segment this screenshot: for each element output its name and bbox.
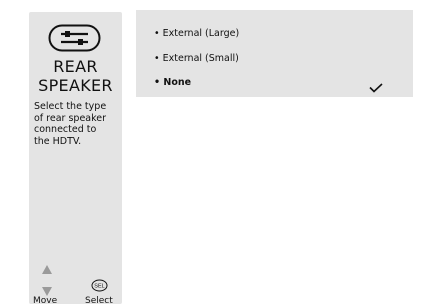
up-arrow-icon bbox=[42, 265, 52, 274]
setting-description: Select the type of rear speaker connecte… bbox=[34, 101, 107, 147]
sel-button-icon: SEL bbox=[91, 279, 108, 292]
option-external-small[interactable]: • External (Small) bbox=[154, 53, 239, 65]
tools-settings-icon bbox=[48, 24, 101, 52]
down-arrow-icon bbox=[42, 287, 52, 296]
sel-icon-text: SEL bbox=[94, 284, 104, 290]
checkmark-icon bbox=[369, 83, 383, 93]
rear-speaker-options-panel: • External (Large) • External (Small) • … bbox=[136, 10, 413, 97]
setting-title: REAR bbox=[53, 57, 98, 76]
option-external-large[interactable]: • External (Large) bbox=[154, 28, 239, 40]
move-hint-label: Move bbox=[33, 296, 58, 306]
setting-title-line2: SPEAKER bbox=[38, 76, 113, 95]
sidebar-help-panel: REAR SPEAKER Select the type of rear spe… bbox=[29, 12, 122, 306]
select-hint-label: Select bbox=[85, 296, 113, 306]
option-none[interactable]: • None bbox=[154, 77, 191, 89]
